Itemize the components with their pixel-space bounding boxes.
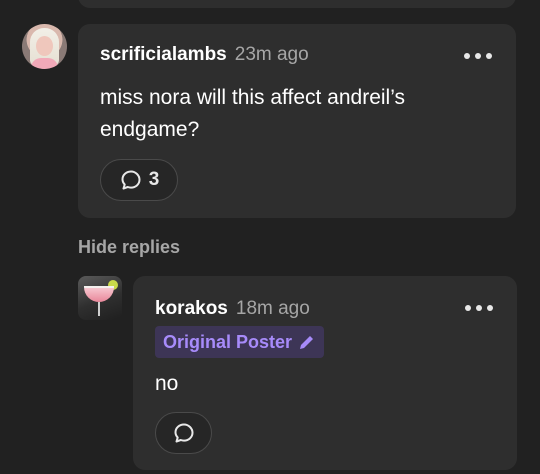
comment-card: scrificialambs 23m ago miss nora will th… [78, 24, 516, 218]
reply-count: 3 [148, 169, 160, 190]
reply-timestamp: 18m ago [235, 298, 310, 319]
reply-button[interactable] [155, 412, 212, 454]
reply-username[interactable]: korakos [155, 298, 228, 320]
comment-timestamp: 23m ago [234, 44, 309, 65]
reply-count-button[interactable]: 3 [100, 159, 178, 201]
reply-header: korakos 18m ago [155, 298, 310, 320]
more-options-icon[interactable] [464, 51, 492, 61]
pencil-icon [300, 334, 315, 349]
hide-replies-link[interactable]: Hide replies [78, 237, 180, 258]
reply-card: korakos 18m ago Original Poster no [133, 276, 517, 470]
avatar-korakos[interactable] [78, 276, 122, 320]
avatar-scrificialambs[interactable] [22, 24, 67, 69]
comment-header: scrificialambs 23m ago [100, 44, 309, 66]
speech-bubble-icon [121, 170, 141, 190]
original-poster-badge: Original Poster [155, 326, 325, 358]
more-options-icon[interactable] [465, 303, 493, 313]
badge-label: Original Poster [163, 331, 293, 352]
comment-username[interactable]: scrificialambs [100, 44, 227, 66]
speech-bubble-icon [174, 423, 193, 443]
comment-text: miss nora will this affect andreil’s end… [100, 86, 406, 141]
reply-text: no [155, 372, 179, 395]
previous-comment-card [78, 0, 516, 8]
